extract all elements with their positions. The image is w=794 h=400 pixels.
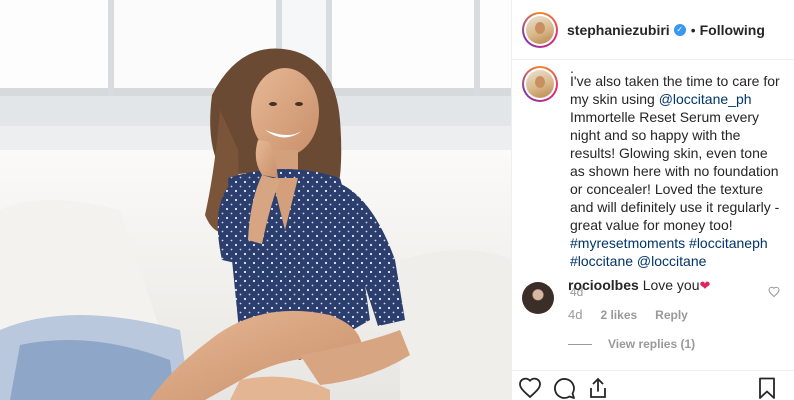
commenter-username[interactable]: rocioolbes — [568, 277, 639, 293]
view-replies-button[interactable]: View replies (1) — [568, 337, 695, 351]
small-heart-icon[interactable] — [768, 286, 780, 298]
separator-dot: • — [690, 21, 696, 38]
following-button[interactable]: Following — [700, 22, 765, 38]
replies-divider-line — [568, 343, 592, 345]
mention-link[interactable]: @loccitane_ph — [659, 91, 752, 107]
post-photo[interactable] — [0, 0, 511, 400]
author-avatar[interactable] — [522, 11, 558, 48]
commenter-avatar[interactable] — [522, 282, 554, 314]
comment-item: rocioolbes Love you❤ 4d 2 likes Reply — [522, 276, 788, 322]
author-username[interactable]: stephaniezubiri — [567, 22, 670, 38]
verified-icon: ✓ — [673, 23, 686, 36]
comment-reply-button[interactable]: Reply — [655, 308, 688, 322]
post-detail-panel: stephaniezubiri ✓ • Following . I've als… — [511, 0, 794, 400]
comment-bubble-icon[interactable] — [552, 376, 576, 400]
caption-text: I've also taken the time to care for my … — [570, 72, 786, 270]
share-upload-icon[interactable] — [586, 376, 610, 400]
comment-meta: 4d 2 likes Reply — [568, 307, 758, 322]
bookmark-icon[interactable] — [755, 376, 779, 400]
hashtag-links[interactable]: #myresetmoments #loccitaneph #loccitane … — [570, 235, 772, 269]
caption-author-avatar[interactable] — [522, 66, 558, 102]
view-replies-label: View replies (1) — [608, 337, 696, 351]
post-photo-illustration — [0, 0, 511, 400]
post-header: stephaniezubiri ✓ • Following — [512, 0, 794, 60]
caption-leading-dot: . — [570, 60, 574, 76]
heart-emoji: ❤ — [699, 278, 711, 293]
comment-likes-count[interactable]: 2 likes — [600, 308, 637, 322]
comment-text: Love you — [642, 277, 700, 293]
action-bar — [512, 370, 794, 400]
comment-timestamp[interactable]: 4d — [568, 307, 582, 322]
post-caption: . I've also taken the time to care for m… — [522, 60, 788, 299]
caption-text-part-2: Immortelle Reset Serum every night and s… — [570, 91, 784, 233]
heart-outline-icon[interactable] — [518, 376, 542, 400]
